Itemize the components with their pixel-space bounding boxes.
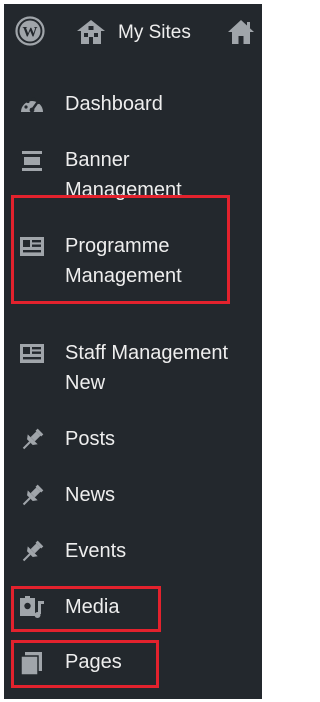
sidebar-item-label-line2: Management	[65, 265, 182, 287]
admin-sidebar: W My Sites Dashboard Banner Management P…	[4, 4, 262, 699]
sidebar-item-news[interactable]: News	[4, 481, 262, 511]
wordpress-logo-icon[interactable]: W	[15, 16, 45, 46]
sidebar-item-label: Posts	[65, 428, 116, 450]
pages-icon	[18, 651, 46, 675]
sidebar-item-label-line1: Banner	[65, 149, 130, 171]
banner-icon	[18, 149, 46, 173]
sidebar-item-label: Media	[65, 596, 120, 618]
sidebar-item-label: Pages	[65, 651, 122, 673]
my-sites-icon[interactable]	[74, 19, 108, 45]
id-card-icon	[18, 342, 46, 366]
sidebar-item-label: Events	[65, 540, 127, 562]
dashboard-icon	[18, 93, 46, 117]
id-card-icon	[18, 235, 46, 259]
admin-top-bar: W My Sites	[4, 4, 262, 60]
pin-icon	[18, 428, 46, 452]
sidebar-item-label-line1: Programme	[65, 235, 170, 257]
sidebar-item-pages[interactable]: Pages	[4, 648, 262, 678]
my-sites-label[interactable]: My Sites	[118, 22, 191, 44]
sidebar-item-label: News	[65, 484, 116, 506]
svg-text:W: W	[23, 25, 38, 41]
screenshot-frame: W My Sites Dashboard Banner Management P…	[0, 0, 265, 702]
sidebar-item-events[interactable]: Events	[4, 537, 262, 567]
pin-icon	[18, 540, 46, 564]
sidebar-item-label-line2: New	[65, 372, 106, 394]
sidebar-item-label-line1: Staff Management	[65, 342, 229, 364]
sidebar-item-banner-management[interactable]: Banner Management	[4, 146, 262, 206]
sidebar-item-dashboard[interactable]: Dashboard	[4, 90, 262, 120]
sidebar-item-label-line2: Management	[65, 179, 182, 201]
sidebar-item-media[interactable]: Media	[4, 593, 262, 623]
home-icon[interactable]	[227, 19, 255, 45]
sidebar-item-programme-management[interactable]: Programme Management	[4, 232, 262, 292]
media-icon	[18, 596, 46, 620]
sidebar-item-label: Dashboard	[65, 93, 163, 115]
sidebar-item-posts[interactable]: Posts	[4, 425, 262, 455]
pin-icon	[18, 484, 46, 508]
sidebar-item-staff-management-new[interactable]: Staff Management New	[4, 339, 262, 399]
